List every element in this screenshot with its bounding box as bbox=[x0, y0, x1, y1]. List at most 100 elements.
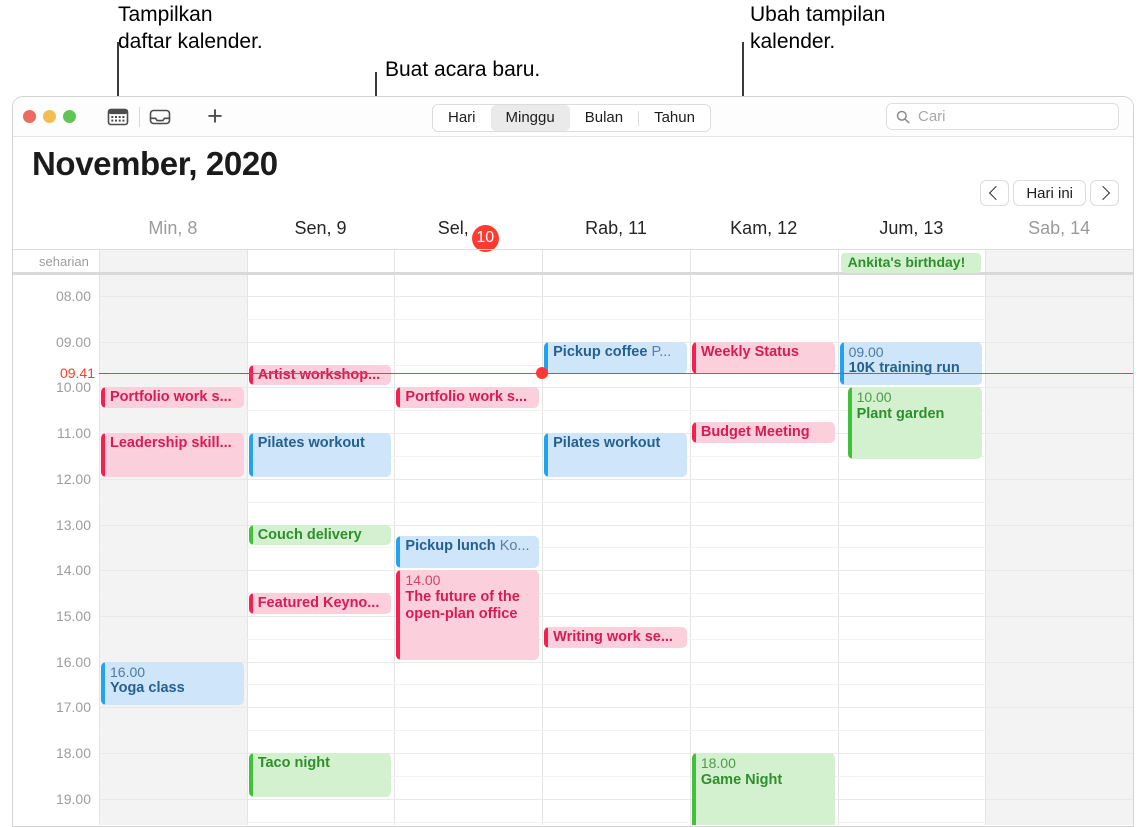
inbox-icon[interactable] bbox=[147, 106, 173, 128]
tab-hari[interactable]: Hari bbox=[433, 105, 491, 131]
hour-line bbox=[99, 707, 1133, 709]
half-hour-line bbox=[99, 821, 1133, 823]
event-color-bar bbox=[248, 524, 253, 546]
day-header-6: Sab, 14 bbox=[1028, 218, 1091, 238]
close-button[interactable] bbox=[23, 110, 36, 123]
time-gutter: 08.00 09.00 10.00 11.00 12.00 13.00 14.00 15.00… bbox=[13, 275, 99, 825]
new-event-button[interactable]: + bbox=[201, 102, 229, 132]
time-label-17.00: 17.00 bbox=[55, 699, 91, 716]
tab-bulan[interactable]: Bulan bbox=[570, 105, 638, 131]
calendar-event[interactable]: Couch delivery bbox=[248, 524, 392, 546]
hour-line bbox=[99, 615, 1133, 617]
chevron-right-icon bbox=[1095, 185, 1111, 201]
minimize-button[interactable] bbox=[43, 110, 56, 123]
calendar-event[interactable]: Budget Meeting bbox=[691, 421, 835, 443]
time-label-18.00: 18.00 bbox=[55, 745, 91, 761]
day-column-6[interactable] bbox=[985, 275, 1133, 825]
current-time-label: 09.41 bbox=[56, 364, 95, 381]
all-day-cell-4[interactable] bbox=[689, 250, 838, 272]
day-header-0: Min, 8 bbox=[148, 218, 198, 238]
event-color-bar bbox=[691, 753, 696, 825]
event-time: 10.00 bbox=[856, 389, 892, 406]
event-title: The future of the open-plan office bbox=[405, 588, 520, 622]
calendar-icon[interactable] bbox=[105, 106, 131, 128]
callout-new-event: Buat acara baru. bbox=[385, 58, 541, 81]
event-title: Pilates workout bbox=[257, 435, 365, 452]
all-day-cell-1[interactable] bbox=[246, 250, 395, 272]
event-color-bar bbox=[544, 433, 549, 477]
tab-minggu[interactable]: Minggu bbox=[490, 105, 570, 131]
hour-line bbox=[99, 296, 1133, 297]
event-subtitle: P... bbox=[647, 343, 672, 360]
calendar-event[interactable]: Featured Keyno... bbox=[248, 593, 392, 614]
calendar-event[interactable]: Portfolio work s... bbox=[396, 387, 540, 409]
calendar-event[interactable]: Pickup coffee P... bbox=[544, 341, 687, 374]
day-header-row: Min, 8 Sen, 9 Sel, 10 Rab, 11 Kam, 12 Jum, 13 S… bbox=[13, 215, 1133, 252]
event-title: Pilates workout bbox=[553, 435, 661, 452]
calendar-event[interactable]: Portfolio work s... bbox=[101, 387, 244, 409]
time-label-13.00: 13.00 bbox=[55, 516, 91, 533]
hour-line bbox=[99, 661, 1133, 663]
calendar-event[interactable]: 10.00 Plant garden bbox=[847, 387, 983, 459]
toolbar-divider bbox=[139, 107, 140, 127]
event-title: Featured Keyno... bbox=[257, 595, 380, 612]
calendar-event[interactable]: Weekly Status bbox=[691, 341, 835, 374]
time-label-14.00: 14.00 bbox=[55, 562, 91, 579]
event-title: Game Night bbox=[700, 771, 783, 788]
event-color-bar bbox=[248, 753, 253, 797]
all-day-event[interactable]: Ankita's birthday! bbox=[840, 253, 982, 273]
event-color-bar bbox=[248, 364, 253, 386]
all-day-cell-3[interactable] bbox=[542, 250, 690, 272]
day-column-0[interactable] bbox=[99, 275, 247, 825]
all-day-cell-6[interactable] bbox=[985, 250, 1133, 272]
next-week-button[interactable] bbox=[1090, 180, 1119, 206]
event-title: Taco night bbox=[257, 755, 330, 771]
event-title: Plant garden bbox=[856, 405, 945, 422]
search-input[interactable]: Cari bbox=[886, 103, 1119, 130]
calendar-event[interactable]: Pickup lunch Ko... bbox=[396, 535, 540, 569]
day-header-2: Sel, 10 bbox=[394, 215, 542, 252]
day-header-label: Sel, bbox=[437, 218, 469, 238]
event-color-bar bbox=[396, 387, 401, 409]
tab-tahun[interactable]: Tahun bbox=[639, 105, 710, 131]
calendar-event[interactable]: Pilates workout bbox=[544, 433, 687, 477]
time-label-12.00: 12.00 bbox=[55, 470, 91, 487]
today-badge: 10 bbox=[471, 224, 499, 252]
half-hour-line bbox=[99, 730, 1133, 732]
view-segmented-control[interactable]: Hari Minggu Bulan Tahun bbox=[432, 104, 711, 132]
time-label-15.00: 15.00 bbox=[55, 607, 91, 624]
half-hour-line bbox=[99, 547, 1133, 549]
maximize-button[interactable] bbox=[63, 110, 76, 123]
date-nav-group: Hari ini bbox=[980, 180, 1119, 206]
calendar-header: November, 2020 Hari ini bbox=[13, 137, 1133, 215]
calendar-event[interactable]: 18.00 Game Night bbox=[691, 753, 835, 825]
event-time: 09.00 bbox=[848, 343, 884, 360]
calendar-event[interactable]: Leadership skill... bbox=[101, 433, 244, 477]
event-color-bar bbox=[396, 535, 401, 569]
event-title: Budget Meeting bbox=[700, 423, 810, 440]
all-day-row: seharian Ankita's birthday! bbox=[13, 249, 1133, 275]
event-color-bar bbox=[396, 570, 401, 660]
calendar-event[interactable]: Taco night bbox=[248, 753, 392, 797]
all-day-cell-0[interactable] bbox=[99, 250, 247, 272]
day-header-1: Sen, 9 bbox=[294, 218, 347, 238]
half-hour-line bbox=[99, 501, 1133, 503]
today-button[interactable]: Hari ini bbox=[1013, 180, 1086, 206]
calendar-event[interactable]: Artist workshop... bbox=[248, 364, 392, 386]
event-color-bar bbox=[101, 661, 105, 706]
chevron-left-icon bbox=[989, 185, 1004, 201]
time-label-16.00: 16.00 bbox=[55, 653, 91, 670]
calendar-event[interactable]: 14.00 The future of the open-plan office bbox=[396, 570, 540, 660]
event-time: 14.00 bbox=[405, 572, 441, 589]
window-toolbar: + Hari Minggu Bulan Tahun Cari bbox=[13, 97, 1133, 137]
calendar-window: + Hari Minggu Bulan Tahun Cari November,… bbox=[12, 96, 1134, 827]
day-column-1[interactable] bbox=[246, 275, 395, 825]
calendar-event[interactable]: Writing work se... bbox=[544, 627, 687, 649]
calendar-event[interactable]: 16.00 Yoga class bbox=[101, 661, 244, 706]
time-label-08.00: 08.00 bbox=[55, 288, 91, 304]
calendar-event[interactable]: Pilates workout bbox=[248, 433, 392, 477]
calendar-event[interactable]: 09.00 10K training run bbox=[839, 341, 983, 386]
previous-week-button[interactable] bbox=[980, 180, 1010, 206]
all-day-cell-2[interactable] bbox=[394, 250, 542, 272]
half-hour-line bbox=[99, 318, 1133, 320]
